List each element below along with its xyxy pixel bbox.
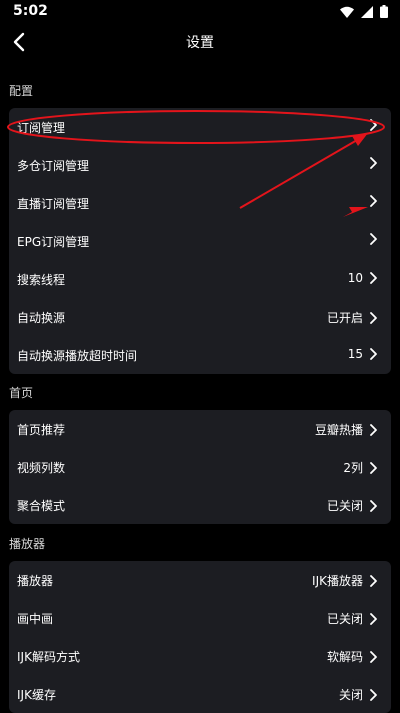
row-label: 自动换源播放超时时间 [17,349,138,363]
chevron-right-icon [370,348,377,360]
chevron-right-icon [370,574,377,587]
row-label: 聚合模式 [17,499,66,513]
row-label: 直播订阅管理 [17,197,90,211]
row-value: 已开启 [326,311,363,325]
chevron-right-icon [370,612,377,625]
status-time: 5:02 [13,3,48,19]
row-live-subscription[interactable]: 直播订阅管理 [9,184,391,222]
chevron-right-icon [370,157,377,169]
row-value: 已关闭 [326,612,363,626]
row-value: 15 [347,347,363,361]
row-label: 订阅管理 [17,121,66,135]
row-auto-switch-timeout[interactable]: 自动换源播放超时时间 15 [9,336,391,374]
section-label-player: 播放器 [9,537,46,551]
row-value: 关闭 [338,688,363,702]
row-value: 10 [347,271,363,285]
chevron-right-icon [370,272,377,284]
row-subscription-manage[interactable]: 订阅管理 [9,108,391,146]
row-search-threads[interactable]: 搜索线程 10 [9,260,391,298]
row-label: 多仓订阅管理 [17,159,90,173]
row-label: EPG订阅管理 [17,235,90,249]
row-player[interactable]: 播放器 IJK播放器 [9,561,391,599]
row-ijk-decode-mode[interactable]: IJK解码方式 软解码 [9,637,391,675]
chevron-right-icon [370,119,377,131]
row-value: 豆瓣热播 [314,423,363,437]
row-value: 软解码 [326,650,363,664]
row-auto-switch-source[interactable]: 自动换源 已开启 [9,298,391,336]
row-video-columns[interactable]: 视频列数 2列 [9,448,391,486]
section-label-config: 配置 [9,84,34,98]
row-label: IJK解码方式 [17,650,80,664]
status-icons [340,5,388,18]
row-label: 画中画 [17,612,54,626]
home-card: 首页推荐 豆瓣热播 视频列数 2列 聚合模式 已关闭 [9,410,391,524]
row-picture-in-picture[interactable]: 画中画 已关闭 [9,599,391,637]
chevron-right-icon [370,311,377,324]
row-ijk-cache[interactable]: IJK缓存 关闭 [9,675,391,713]
row-multi-repo-subscription[interactable]: 多仓订阅管理 [9,146,391,184]
app-bar: 设置 [0,24,400,60]
config-card: 订阅管理 多仓订阅管理 直播订阅管理 EPG订阅管理 搜索线程 10 自动换源 … [9,108,391,374]
chevron-right-icon [370,461,377,474]
chevron-right-icon [370,499,377,512]
row-label: 搜索线程 [17,273,66,287]
player-card: 播放器 IJK播放器 画中画 已关闭 IJK解码方式 软解码 IJK缓存 关闭 [9,561,391,713]
row-epg-subscription[interactable]: EPG订阅管理 [9,222,391,260]
row-label: IJK缓存 [17,688,56,702]
signal-icon [361,5,373,18]
chevron-right-icon [370,233,377,245]
chevron-right-icon [370,688,377,701]
chevron-right-icon [370,195,377,207]
row-label: 播放器 [17,574,54,588]
status-bar: 5:02 [0,0,400,24]
battery-icon [380,5,388,18]
row-label: 自动换源 [17,311,66,325]
row-label: 视频列数 [17,461,66,475]
wifi-icon [340,6,354,18]
chevron-right-icon [370,650,377,663]
row-value: 已关闭 [326,499,363,513]
row-value: 2列 [343,461,363,475]
chevron-right-icon [370,423,377,436]
page-title: 设置 [186,35,214,51]
row-label: 首页推荐 [17,423,66,437]
row-aggregate-mode[interactable]: 聚合模式 已关闭 [9,486,391,524]
row-value: IJK播放器 [312,574,363,588]
section-label-home: 首页 [9,386,34,400]
row-home-recommend[interactable]: 首页推荐 豆瓣热播 [9,410,391,448]
